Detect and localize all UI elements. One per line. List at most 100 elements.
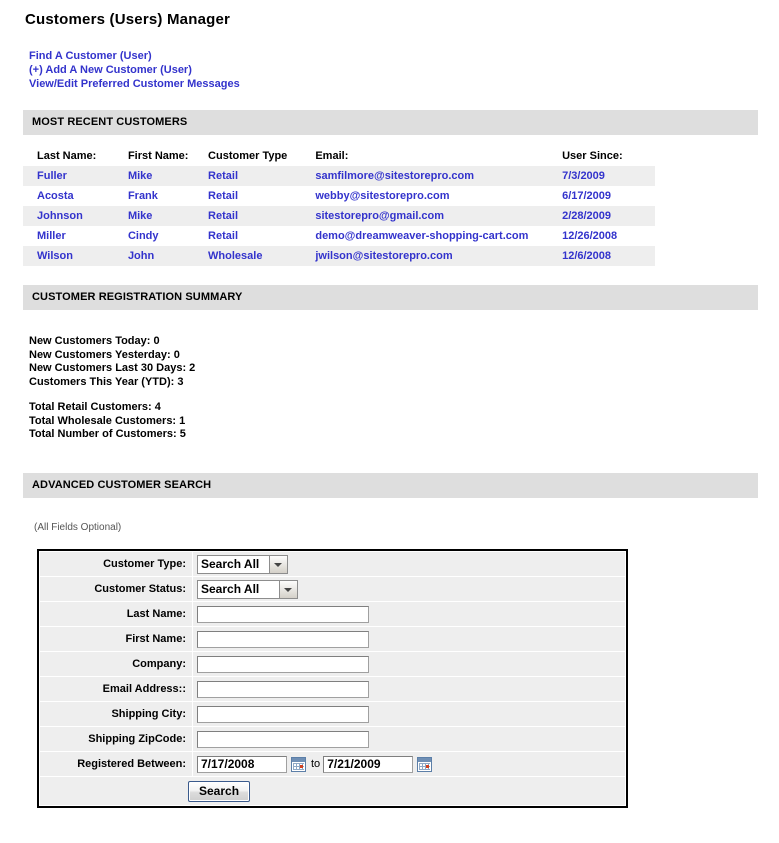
form-row-email-address: Email Address:: <box>39 676 626 702</box>
label-shipping-city: Shipping City: <box>39 701 193 727</box>
cell-user-since: 12/26/2008 <box>562 226 655 246</box>
calendar-icon-header <box>418 757 432 762</box>
last-name-input[interactable] <box>197 605 369 623</box>
find-a-customer-link[interactable]: Find A Customer (User) <box>29 49 240 63</box>
section-header-label: CUSTOMER REGISTRATION SUMMARY <box>32 291 243 303</box>
table-row[interactable]: Johnson Mike Retail sitestorepro@gmail.c… <box>23 206 655 226</box>
most-recent-customers-table: Last Name: First Name: Customer Type Ema… <box>23 148 655 266</box>
field-customer-status: Search All <box>192 576 626 602</box>
table-row[interactable]: Wilson John Wholesale jwilson@sitestorep… <box>23 246 655 266</box>
field-first-name <box>192 626 626 652</box>
cell-user-since: 6/17/2009 <box>562 186 655 206</box>
first-name-input[interactable] <box>197 630 369 648</box>
label-shipping-zipcode: Shipping ZipCode: <box>39 726 193 752</box>
table-row[interactable]: Miller Cindy Retail demo@dreamweaver-sho… <box>23 226 655 246</box>
form-row-submit: Search <box>39 776 626 806</box>
field-shipping-zipcode <box>192 726 626 752</box>
form-row-first-name: First Name: <box>39 626 626 652</box>
cell-user-since: 2/28/2009 <box>562 206 655 226</box>
email-link[interactable]: demo@dreamweaver-shopping-cart.com <box>315 230 528 242</box>
calendar-icon-header <box>292 757 305 762</box>
label-customer-status: Customer Status: <box>39 576 193 602</box>
advanced-search-form: Customer Type: Search All Customer Statu… <box>37 549 628 808</box>
calendar-icon-highlight <box>300 764 303 768</box>
table-header-row: Last Name: First Name: Customer Type Ema… <box>23 148 655 166</box>
cell-last-name[interactable]: Acosta <box>23 186 128 206</box>
page-title: Customers (Users) Manager <box>25 11 231 28</box>
form-row-customer-status: Customer Status: Search All <box>39 576 626 602</box>
calendar-icon[interactable] <box>291 756 306 772</box>
cell-email: sitestorepro@gmail.com <box>315 206 563 226</box>
email-address-input[interactable] <box>197 680 369 698</box>
calendar-icon[interactable] <box>417 756 433 772</box>
customer-status-select[interactable]: Search All <box>197 579 298 599</box>
cell-last-name[interactable]: Fuller <box>23 166 128 186</box>
column-header-customer-type: Customer Type <box>208 150 288 162</box>
section-header-label: MOST RECENT CUSTOMERS <box>32 116 188 128</box>
customers-manager-page: Customers (Users) Manager Find A Custome… <box>0 0 779 843</box>
email-link[interactable]: webby@sitestorepro.com <box>315 190 449 202</box>
label-first-name: First Name: <box>39 626 193 652</box>
view-edit-preferred-messages-link[interactable]: View/Edit Preferred Customer Messages <box>29 77 240 91</box>
column-header-last-name: Last Name: <box>37 150 97 162</box>
cell-first-name: Mike <box>127 166 209 186</box>
summary-customers-this-year-ytd: Customers This Year (YTD): 3 <box>29 375 184 388</box>
field-submit: Search <box>39 776 626 806</box>
column-header-first-name: First Name: <box>127 150 189 162</box>
cell-first-name: Mike <box>127 206 209 226</box>
add-new-customer-link[interactable]: (+) Add A New Customer (User) <box>29 63 240 77</box>
email-link[interactable]: sitestorepro@gmail.com <box>315 210 444 222</box>
field-registered-between: to <box>192 751 626 777</box>
table-row[interactable]: Fuller Mike Retail samfilmore@sitestorep… <box>23 166 655 186</box>
cell-email: webby@sitestorepro.com <box>315 186 563 206</box>
field-customer-type: Search All <box>192 551 626 577</box>
label-customer-type: Customer Type: <box>39 551 193 577</box>
label-email-address: Email Address:: <box>39 676 193 702</box>
customer-type-select[interactable]: Search All <box>197 554 288 574</box>
cell-email: jwilson@sitestorepro.com <box>315 246 563 266</box>
email-link[interactable]: jwilson@sitestorepro.com <box>315 250 452 262</box>
shipping-zipcode-input[interactable] <box>197 730 369 748</box>
date-range-separator: to <box>311 758 321 770</box>
field-company <box>192 651 626 677</box>
summary-total-retail-customers: Total Retail Customers: 4 <box>29 401 161 413</box>
cell-customer-type: Retail <box>208 206 316 226</box>
quick-links: Find A Customer (User) (+) Add A New Cus… <box>29 49 240 91</box>
shipping-city-input[interactable] <box>197 705 369 723</box>
cell-last-name[interactable]: Johnson <box>23 206 128 226</box>
cell-last-name[interactable]: Wilson <box>23 246 128 266</box>
cell-customer-type: Wholesale <box>208 246 316 266</box>
search-button[interactable]: Search <box>188 780 251 802</box>
email-link[interactable]: samfilmore@sitestorepro.com <box>315 170 474 182</box>
form-row-customer-type: Customer Type: Search All <box>39 551 626 577</box>
column-header-email: Email: <box>315 150 349 162</box>
summary-new-customers-today: New Customers Today: 0 <box>29 335 160 347</box>
cell-customer-type: Retail <box>208 186 316 206</box>
summary-spacer <box>29 389 195 401</box>
cell-user-since: 7/3/2009 <box>562 166 655 186</box>
label-last-name: Last Name: <box>39 601 193 627</box>
field-email-address <box>192 676 626 702</box>
registered-from-date-input[interactable] <box>197 755 287 773</box>
label-registered-between: Registered Between: <box>39 751 193 777</box>
all-fields-optional-note: (All Fields Optional) <box>34 522 122 533</box>
chevron-down-icon <box>269 555 287 573</box>
cell-email: samfilmore@sitestorepro.com <box>315 166 563 186</box>
section-header-label: ADVANCED CUSTOMER SEARCH <box>32 479 212 491</box>
cell-first-name: Frank <box>127 186 209 206</box>
company-input[interactable] <box>197 655 369 673</box>
form-row-registered-between: Registered Between: to <box>39 751 626 777</box>
field-shipping-city <box>192 701 626 727</box>
registered-to-date-input[interactable] <box>323 755 414 773</box>
registration-summary: New Customers Today: 0 New Customers Yes… <box>29 335 195 442</box>
table-row[interactable]: Acosta Frank Retail webby@sitestorepro.c… <box>23 186 655 206</box>
cell-user-since: 12/6/2008 <box>562 246 655 266</box>
form-row-last-name: Last Name: <box>39 601 626 627</box>
summary-total-wholesale-customers: Total Wholesale Customers: 1 <box>29 414 186 427</box>
section-header-most-recent-customers: MOST RECENT CUSTOMERS <box>23 110 758 135</box>
form-row-shipping-city: Shipping City: <box>39 701 626 727</box>
summary-new-customers-last-30-days: New Customers Last 30 Days: 2 <box>29 362 196 374</box>
form-row-shipping-zipcode: Shipping ZipCode: <box>39 726 626 752</box>
cell-last-name[interactable]: Miller <box>23 226 128 246</box>
chevron-down-icon <box>279 580 297 598</box>
